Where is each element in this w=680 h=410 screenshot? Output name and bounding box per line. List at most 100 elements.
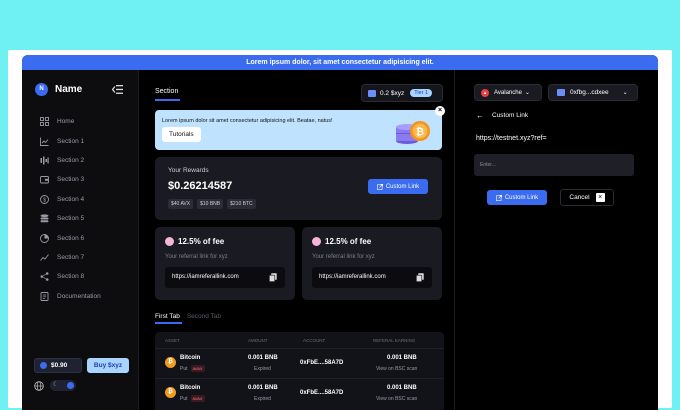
network-select[interactable]: ▲ Avalanche ⌄ <box>474 84 542 101</box>
asset-name: Bitcoin <box>180 385 201 391</box>
column-header: AMOUNT <box>248 338 268 343</box>
chart-icon <box>40 137 49 146</box>
brand-name: Name <box>55 84 83 95</box>
wallet-icon <box>40 175 49 184</box>
sidebar-item-section-6[interactable]: Section 6 <box>40 228 101 247</box>
buy-token-button[interactable]: Buy $xyz <box>87 358 129 373</box>
table-row[interactable]: ₿ Bitcoin Put AVAX 0.001 BNB Expired 0xF… <box>155 378 444 407</box>
moon-icon: ☾ <box>53 382 59 388</box>
wallet-icon <box>557 89 565 96</box>
sidebar-item-label: Home <box>57 118 75 126</box>
token-balance: $0.90 <box>34 358 82 373</box>
earning: 0.001 BNB <box>387 355 417 361</box>
back-button[interactable]: ← Custom Link <box>476 111 528 120</box>
referral-link-field[interactable]: https://iamreferallink.com <box>312 267 432 288</box>
custom-link-label: Custom Link <box>385 183 420 190</box>
status: Expired <box>254 396 271 402</box>
sidebar-item-home[interactable]: Home <box>40 112 101 131</box>
asset-meta: Put AVAX <box>180 395 205 402</box>
wallet-icon <box>368 89 376 97</box>
fee-title: 12.5% of fee <box>325 237 372 246</box>
brand-logo: N <box>35 83 48 96</box>
option-type: Put <box>180 365 188 372</box>
external-link-icon <box>376 183 383 190</box>
asset-meta: Put AVAX <box>180 365 205 372</box>
fee-subtitle: Your referral link for xyz <box>312 254 375 260</box>
rewards-chips: $40 AVX $10 BNB $210 BTC <box>168 199 260 209</box>
fee-title: 12.5% of fee <box>178 237 225 246</box>
collapse-sidebar-icon[interactable] <box>112 85 123 94</box>
referral-table: ASSET AMOUNT ACCOUNT REFERAL EARNING ₿ B… <box>155 332 444 410</box>
top-banner: Lorem ipsum dolor, sit amet consectetur … <box>22 55 658 70</box>
grid-icon <box>40 117 49 127</box>
tab-section[interactable]: Section <box>155 88 178 95</box>
sidebar-item-label: Section 7 <box>57 253 85 261</box>
sidebar-item-section-3[interactable]: Section 3 <box>40 170 101 189</box>
bsc-scan-link[interactable]: View on BSC scan <box>376 366 417 372</box>
custom-link-button[interactable]: Custom Link <box>368 179 428 194</box>
sidebar-item-section-2[interactable]: Section 2 <box>40 151 101 170</box>
sidebar-item-section-7[interactable]: Section 7 <box>40 248 101 267</box>
tab-underline <box>155 99 180 101</box>
wallet-amount: 0.2 $xyz <box>380 89 405 97</box>
sidebar-item-section-5[interactable]: Section 5 <box>40 209 101 228</box>
custom-link-label: Custom Link <box>504 194 539 201</box>
table-row[interactable]: ₿ Bitcoin Put AVAX 0.001 BNB Expired 0xF… <box>155 348 444 377</box>
copy-icon[interactable] <box>416 273 424 282</box>
fee-card: 12.5% of fee Your referral link for xyz … <box>155 227 295 300</box>
fee-header: 12.5% of fee <box>312 237 371 246</box>
tab-first[interactable]: First Tab <box>155 313 180 320</box>
sidebar-item-label: Section 4 <box>57 195 85 203</box>
fee-icon <box>312 237 321 246</box>
referral-link-text: https://iamreferallink.com <box>319 274 386 280</box>
create-custom-link-button[interactable]: Custom Link <box>487 190 547 205</box>
sidebar-item-label: Section 5 <box>57 215 85 223</box>
wallet-address: 0xfbg...cdxee <box>570 89 609 96</box>
network-name: Avalanche <box>494 89 522 96</box>
promo-text: Lorem ipsum dolor sit amet consectetur a… <box>162 118 333 124</box>
network-badge: AVAX <box>190 395 205 402</box>
sidebar-item-label: Section 1 <box>57 137 85 145</box>
cancel-label: Cancel <box>569 194 590 201</box>
referral-link-field[interactable]: https://iamreferallink.com <box>165 267 285 288</box>
sidebar-item-documentation[interactable]: Documentation <box>40 287 101 306</box>
custom-link-input[interactable]: Enter... <box>474 154 634 176</box>
database-icon <box>40 214 49 223</box>
globe-icon[interactable] <box>34 380 44 391</box>
share-icon <box>40 272 49 282</box>
close-icon[interactable]: × <box>435 106 445 116</box>
tutorials-button[interactable]: Tutorials <box>162 127 201 142</box>
brand[interactable]: N Name <box>35 83 82 96</box>
address-select[interactable]: 0xfbg...cdxee ⌄ <box>548 84 638 101</box>
sidebar-item-section-4[interactable]: $ Section 4 <box>40 190 101 209</box>
sidebar-item-section-1[interactable]: Section 1 <box>40 131 101 150</box>
dollar-icon: $ <box>40 194 49 204</box>
panel-title: Custom Link <box>492 112 529 119</box>
theme-toggle[interactable]: ☾ <box>50 380 76 391</box>
sidebar-item-label: Section 3 <box>57 176 85 184</box>
tab-second[interactable]: Second Tab <box>187 313 221 320</box>
bitcoin-icon: ₿ <box>165 387 176 398</box>
toggle-knob <box>67 382 74 389</box>
bottom-controls: ☾ <box>34 380 76 391</box>
back-arrow-icon: ← <box>476 111 484 120</box>
copy-icon[interactable] <box>269 273 277 282</box>
cancel-button[interactable]: Cancel × <box>560 189 614 206</box>
referral-base-url: https://testnet.xyz?ref= <box>476 135 547 142</box>
column-header: ACCOUNT <box>303 338 326 343</box>
wallet-tier-pill[interactable]: 0.2 $xyz Tier 1 <box>361 84 443 102</box>
earning: 0.001 BNB <box>387 385 417 391</box>
token-icon <box>40 362 47 369</box>
fee-icon <box>165 237 174 246</box>
document-icon <box>40 291 49 301</box>
chevron-down-icon: ⌄ <box>524 90 530 96</box>
column-header: ASSET <box>165 338 180 343</box>
custom-link-panel: ▲ Avalanche ⌄ 0xfbg...cdxee ⌄ ← Custom L… <box>454 70 658 410</box>
fee-subtitle: Your referral link for xyz <box>165 254 228 260</box>
sidebar-item-label: Documentation <box>57 292 101 300</box>
app-window: Lorem ipsum dolor, sit amet consectetur … <box>22 55 658 410</box>
sidebar-item-label: Section 2 <box>57 156 85 164</box>
bsc-scan-link[interactable]: View on BSC scan <box>376 396 417 402</box>
sidebar-item-section-8[interactable]: Section 8 <box>40 267 101 286</box>
balance-row: $0.90 Buy $xyz <box>34 358 129 373</box>
